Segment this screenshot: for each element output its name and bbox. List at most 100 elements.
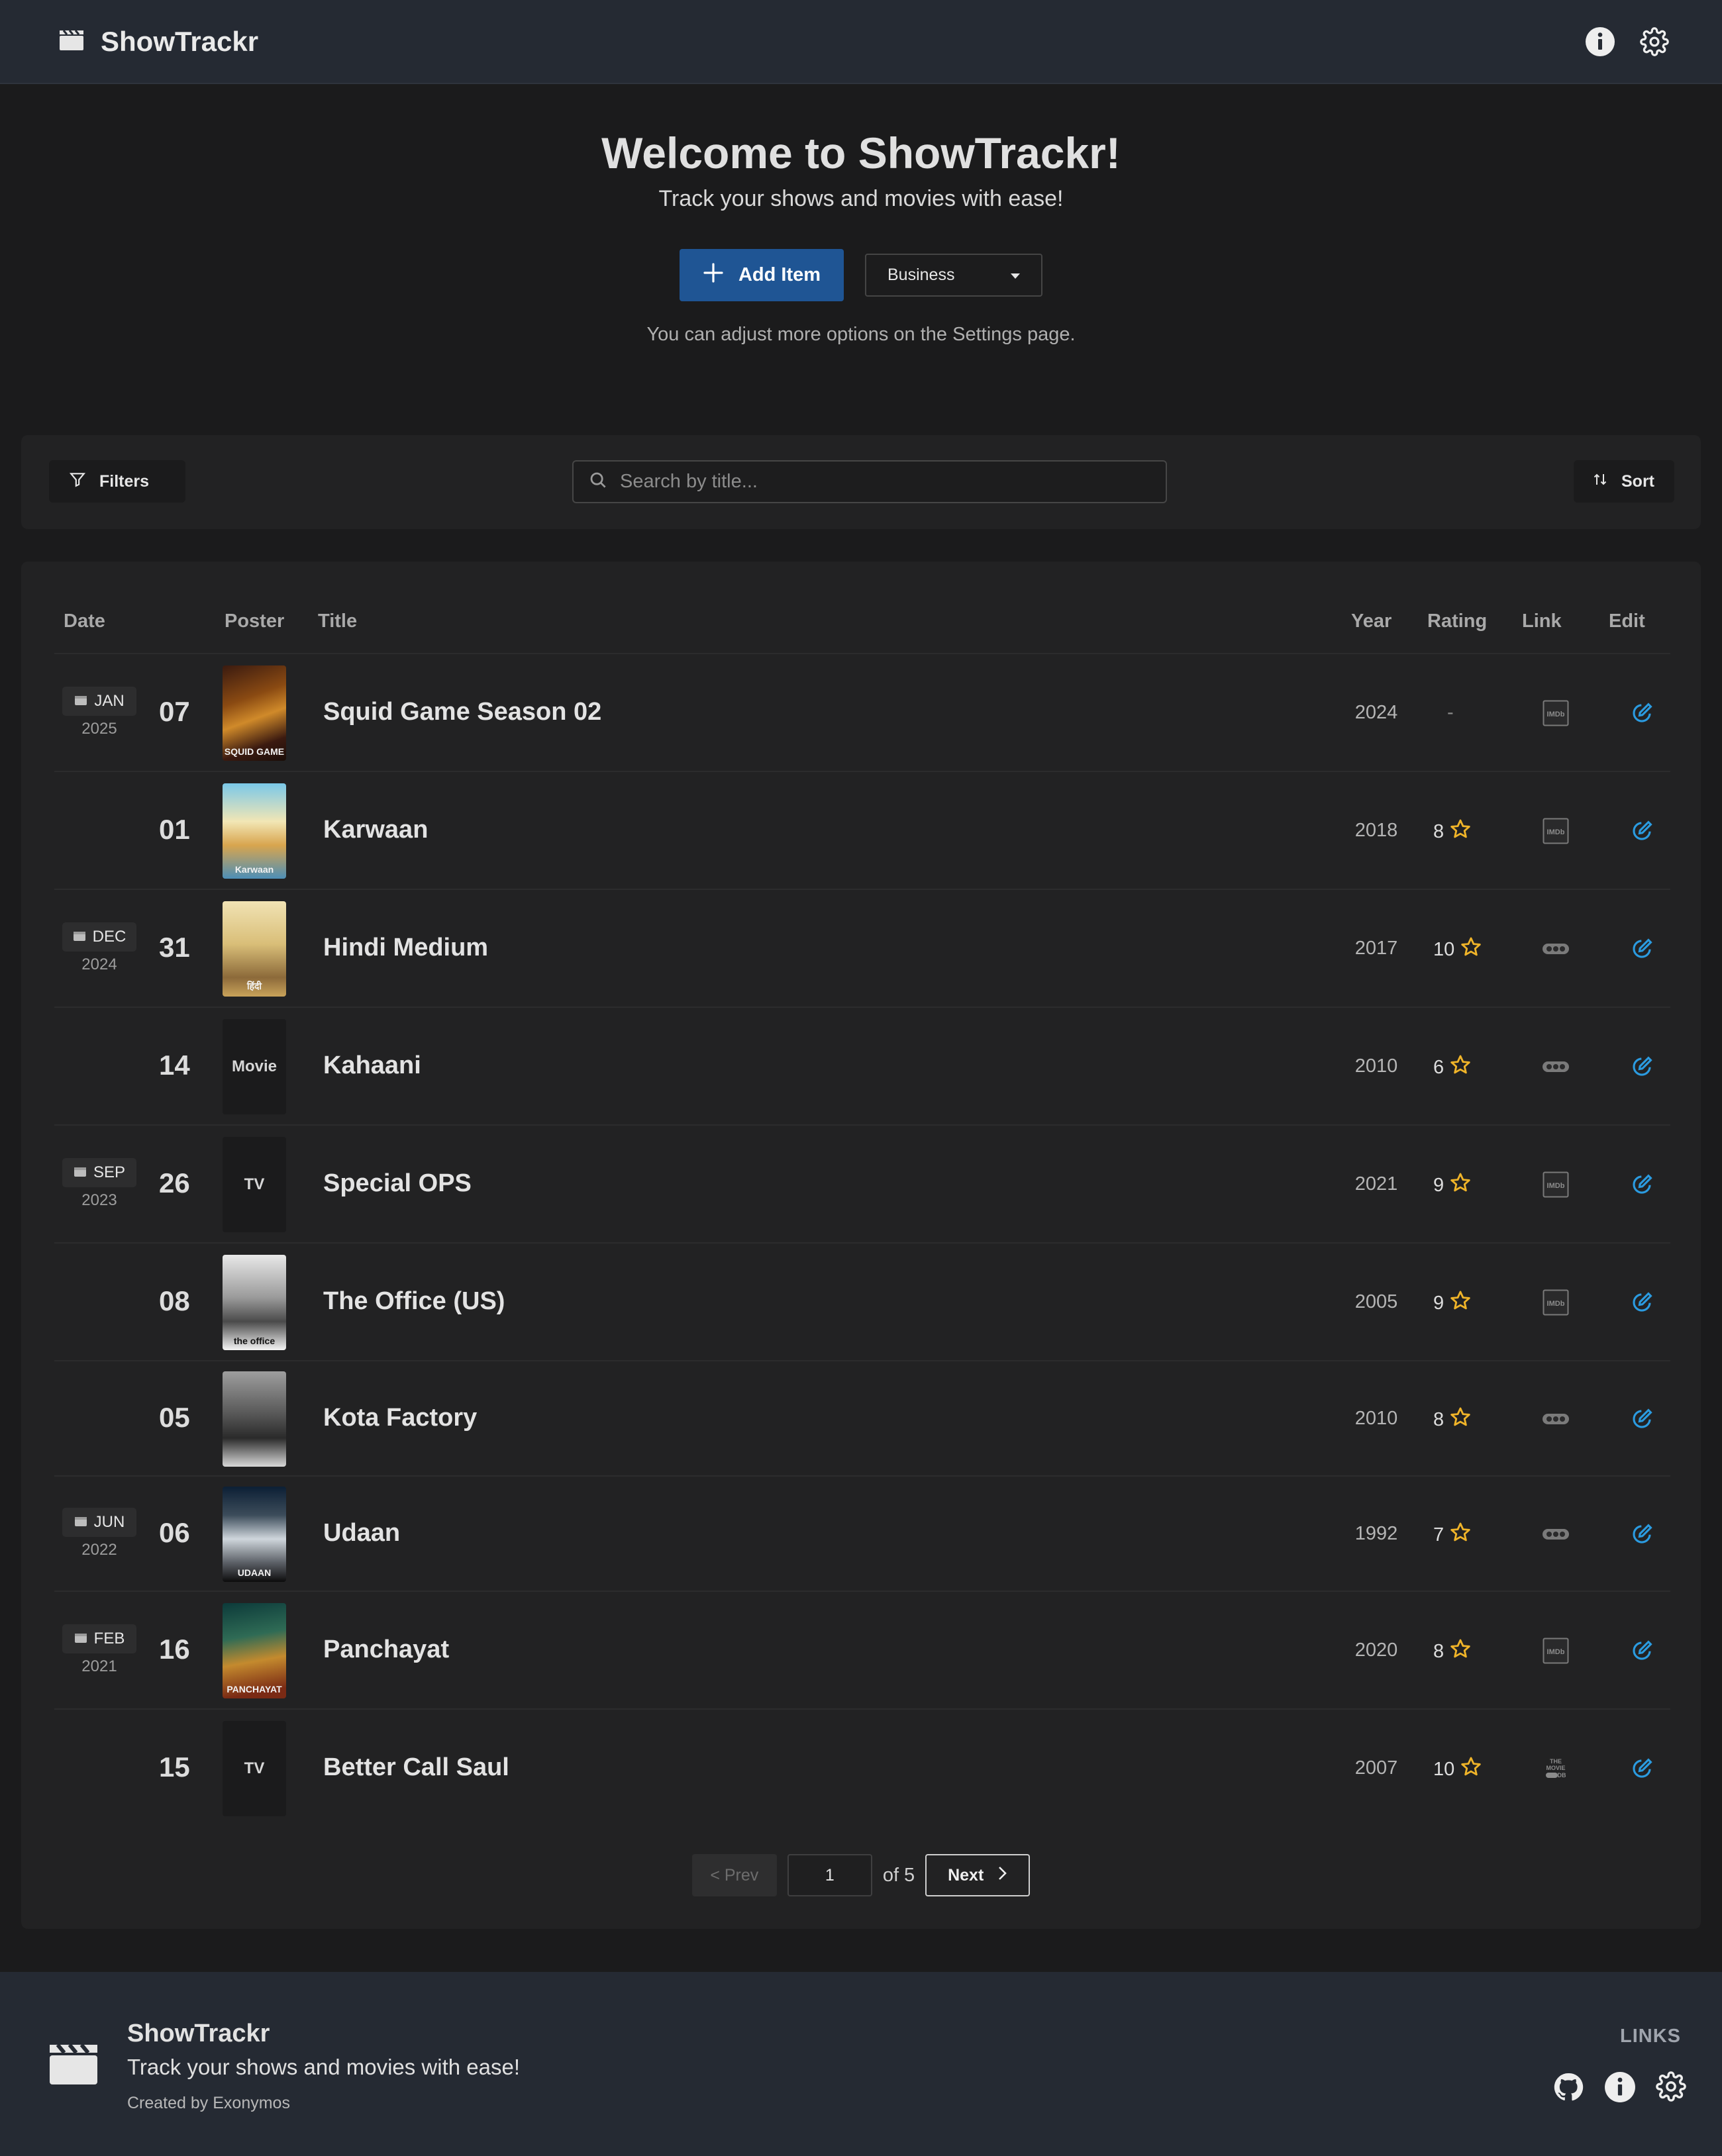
imdb-icon[interactable]: IMDb xyxy=(1542,1637,1570,1665)
imdb-icon[interactable]: IMDb xyxy=(1542,1171,1570,1199)
caret-down-icon xyxy=(1009,266,1021,285)
title-text[interactable]: Better Call Saul xyxy=(323,1753,509,1782)
page-number-input[interactable] xyxy=(787,1854,872,1896)
clapperboard-icon xyxy=(58,28,85,55)
column-header-year[interactable]: Year xyxy=(1351,611,1392,632)
tmdb-icon[interactable]: THE MOVIE DB xyxy=(1542,1755,1570,1783)
search-input[interactable] xyxy=(620,471,1163,493)
title-text[interactable]: Udaan xyxy=(323,1519,400,1547)
imdb-icon[interactable]: IMDb xyxy=(1542,817,1570,845)
column-header-rating[interactable]: Rating xyxy=(1427,611,1487,632)
date-day: 01 xyxy=(159,814,190,845)
poster-placeholder: TV xyxy=(223,1721,286,1816)
svg-text:MOVIE: MOVIE xyxy=(1546,1765,1565,1771)
imdb-icon[interactable]: IMDb xyxy=(1542,1289,1570,1316)
chevron-right-icon xyxy=(997,1865,1007,1886)
table-row[interactable]: 14 Movie Kahaani 2010 6 xyxy=(54,1006,1670,1124)
edit-icon[interactable] xyxy=(1628,1637,1656,1665)
title-text[interactable]: Kahaani xyxy=(323,1052,421,1080)
next-page-button[interactable]: Next xyxy=(925,1854,1031,1896)
date-year: 2025 xyxy=(81,720,117,738)
title-text[interactable]: Hindi Medium xyxy=(323,934,488,962)
settings-hint: You can adjust more options on the Setti… xyxy=(646,324,1076,345)
title-text[interactable]: Special OPS xyxy=(323,1169,472,1198)
poster-image xyxy=(223,1371,286,1467)
table-row[interactable]: SEP 2023 26 TV Special OPS 2021 9 IMDb xyxy=(54,1124,1670,1242)
title-text[interactable]: Kota Factory xyxy=(323,1404,477,1432)
next-label: Next xyxy=(948,1865,984,1885)
year-value: 2005 xyxy=(1354,1291,1398,1312)
table-row[interactable]: 08 the office The Office (US) 2005 9 IMDb xyxy=(54,1242,1670,1360)
edit-icon[interactable] xyxy=(1628,1171,1656,1199)
year-value: 2017 xyxy=(1354,938,1398,959)
date-day: 06 xyxy=(159,1517,190,1548)
table-row[interactable]: JAN 2025 07 SQUID GAME Squid Game Season 02 2… xyxy=(54,653,1670,771)
settings-gear-icon[interactable] xyxy=(1639,26,1670,58)
sort-label: Sort xyxy=(1621,471,1654,491)
table-row[interactable]: 01 Karwaan Karwaan 2018 8 IMDb xyxy=(54,771,1670,889)
brand[interactable]: ShowTrackr xyxy=(58,26,258,58)
rating: 8 xyxy=(1433,1406,1472,1434)
title-text[interactable]: Squid Game Season 02 xyxy=(323,698,601,726)
add-item-label: Add Item xyxy=(738,264,821,285)
date-year: 2024 xyxy=(81,956,117,973)
star-icon xyxy=(1460,1755,1482,1783)
title-text[interactable]: Panchayat xyxy=(323,1636,449,1664)
more-dots-icon[interactable] xyxy=(1542,935,1570,963)
more-dots-icon[interactable] xyxy=(1542,1405,1570,1433)
poster-caption: PANCHAYAT xyxy=(227,1684,282,1694)
table-row[interactable]: DEC 2024 31 हिंदी Hindi Medium 2017 10 xyxy=(54,889,1670,1006)
more-dots-icon[interactable] xyxy=(1542,1520,1570,1548)
filter-toolbar: Filters Sort xyxy=(21,435,1701,529)
edit-icon[interactable] xyxy=(1628,699,1656,727)
star-icon xyxy=(1449,1054,1472,1081)
page-count-label: of 5 xyxy=(882,1864,915,1886)
calendar-icon xyxy=(74,1163,87,1182)
github-icon[interactable] xyxy=(1552,2071,1584,2106)
edit-icon[interactable] xyxy=(1628,1755,1656,1783)
edit-icon[interactable] xyxy=(1628,1289,1656,1316)
page-title: Welcome to ShowTrackr! xyxy=(601,128,1121,177)
edit-icon[interactable] xyxy=(1628,1520,1656,1548)
edit-icon[interactable] xyxy=(1628,935,1656,963)
rating-value: 8 xyxy=(1433,1408,1444,1430)
title-text[interactable]: Karwaan xyxy=(323,816,428,844)
poster-caption: SQUID GAME xyxy=(224,746,285,757)
filters-button[interactable]: Filters xyxy=(49,460,185,503)
table-row[interactable]: JUN 2022 06 UDAAN Udaan 1992 7 xyxy=(54,1475,1670,1591)
edit-icon[interactable] xyxy=(1628,1405,1656,1433)
rating: 10 xyxy=(1433,1755,1482,1783)
date-month-badge: JAN xyxy=(62,687,136,716)
table-row[interactable]: FEB 2021 16 PANCHAYAT Panchayat 2020 8 IMDb xyxy=(54,1591,1670,1708)
shows-table: Date Poster Title Year Rating Link Edit … xyxy=(21,562,1701,1929)
column-header-date[interactable]: Date xyxy=(64,611,105,632)
edit-icon[interactable] xyxy=(1628,1053,1656,1081)
prev-page-button[interactable]: < Prev xyxy=(691,1854,777,1896)
sort-button[interactable]: Sort xyxy=(1574,460,1674,503)
footer-settings-gear-icon[interactable] xyxy=(1656,2071,1686,2106)
star-icon xyxy=(1449,818,1472,846)
list-type-select[interactable]: Business xyxy=(865,254,1042,297)
imdb-icon[interactable]: IMDb xyxy=(1542,699,1570,727)
date-month: FEB xyxy=(93,1630,125,1647)
table-row[interactable]: 15 TV Better Call Saul 2007 10 THE MOVIE DB xyxy=(54,1708,1670,1826)
rating-value: 7 xyxy=(1433,1524,1444,1545)
table-row[interactable]: 05 Kota Factory 2010 8 xyxy=(54,1360,1670,1475)
calendar-icon xyxy=(74,692,87,710)
info-icon[interactable] xyxy=(1584,26,1616,58)
poster-placeholder: Movie xyxy=(223,1019,286,1114)
calendar-icon xyxy=(74,1513,87,1532)
rating-empty: - xyxy=(1447,702,1454,723)
more-dots-icon[interactable] xyxy=(1542,1053,1570,1081)
date-month-badge: FEB xyxy=(62,1624,136,1653)
rating-value: 9 xyxy=(1433,1174,1444,1196)
footer-info-icon[interactable] xyxy=(1604,2071,1636,2106)
column-header-title[interactable]: Title xyxy=(318,611,357,632)
edit-icon[interactable] xyxy=(1628,817,1656,845)
title-text[interactable]: The Office (US) xyxy=(323,1287,505,1316)
plus-icon xyxy=(703,262,724,289)
date-day: 05 xyxy=(159,1402,190,1433)
date-month: JAN xyxy=(94,692,125,710)
year-value: 1992 xyxy=(1354,1523,1398,1544)
add-item-button[interactable]: Add Item xyxy=(680,249,844,301)
